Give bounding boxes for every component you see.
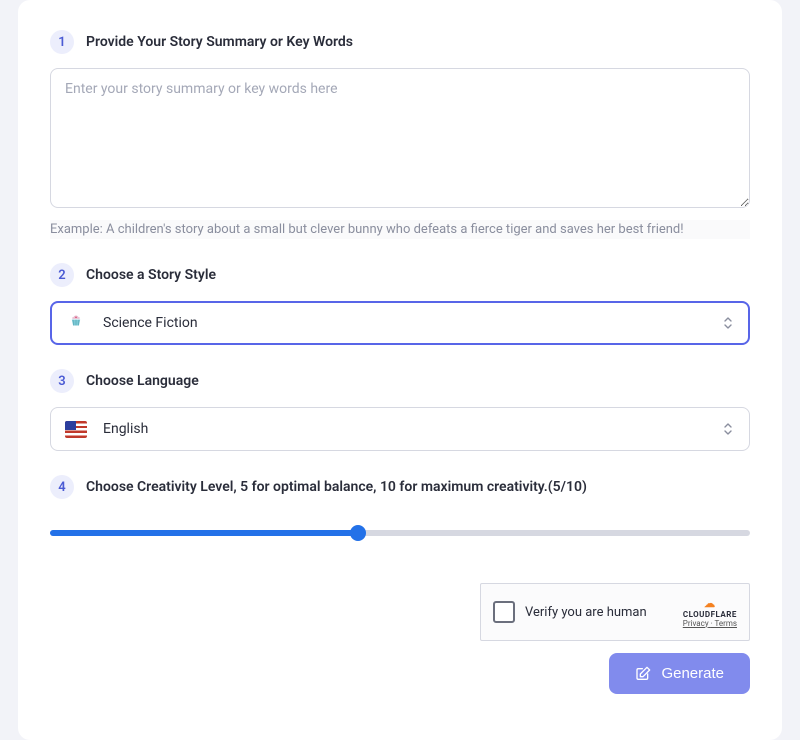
story-summary-input[interactable] — [50, 68, 750, 208]
generate-button[interactable]: Generate — [609, 653, 750, 694]
chevron-updown-icon — [721, 314, 735, 332]
footer-area: Verify you are human ☁ CLOUDFLARE Privac… — [50, 583, 750, 694]
captcha-brand: ☁ CLOUDFLARE Privacy · Terms — [683, 597, 737, 628]
cloud-icon: ☁ — [704, 597, 716, 610]
cupcake-icon — [65, 312, 87, 334]
cloudflare-logo: ☁ — [704, 597, 716, 610]
step-4-title: Choose Creativity Level, 5 for optimal b… — [86, 479, 587, 495]
step-2-header: 2 Choose a Story Style — [50, 263, 750, 287]
step-number-1: 1 — [50, 30, 74, 54]
slider-fill — [50, 530, 358, 536]
captcha-label: Verify you are human — [525, 605, 673, 620]
example-row: Example: A children's story about a smal… — [50, 220, 750, 239]
captcha-widget[interactable]: Verify you are human ☁ CLOUDFLARE Privac… — [480, 583, 750, 641]
example-label: Example: — [50, 222, 106, 237]
creativity-slider[interactable] — [50, 523, 750, 543]
slider-thumb[interactable] — [350, 525, 366, 541]
story-style-select[interactable]: Science Fiction — [50, 301, 750, 345]
step-1-header: 1 Provide Your Story Summary or Key Word… — [50, 30, 750, 54]
step-number-3: 3 — [50, 369, 74, 393]
step-1-section: 1 Provide Your Story Summary or Key Word… — [50, 30, 750, 239]
step-2-title: Choose a Story Style — [86, 267, 216, 283]
step-3-title: Choose Language — [86, 373, 199, 389]
step-2-section: 2 Choose a Story Style Science Fiction — [50, 263, 750, 345]
generate-label: Generate — [661, 665, 724, 682]
example-text: A children's story about a small but cle… — [106, 222, 684, 237]
step-4-section: 4 Choose Creativity Level, 5 for optimal… — [50, 475, 750, 543]
privacy-link[interactable]: Privacy — [683, 619, 709, 628]
story-style-value: Science Fiction — [103, 315, 705, 331]
step-number-4: 4 — [50, 475, 74, 499]
form-card: 1 Provide Your Story Summary or Key Word… — [18, 0, 782, 740]
chevron-updown-icon — [721, 420, 735, 438]
step-1-title: Provide Your Story Summary or Key Words — [86, 34, 353, 50]
step-4-header: 4 Choose Creativity Level, 5 for optimal… — [50, 475, 750, 499]
step-number-2: 2 — [50, 263, 74, 287]
language-value: English — [103, 421, 705, 437]
terms-link[interactable]: Terms — [715, 619, 737, 628]
step-3-header: 3 Choose Language — [50, 369, 750, 393]
flag-us-icon — [65, 418, 87, 440]
captcha-links: Privacy · Terms — [683, 619, 737, 628]
cloudflare-text: CLOUDFLARE — [683, 610, 737, 619]
step-3-section: 3 Choose Language English — [50, 369, 750, 451]
language-select[interactable]: English — [50, 407, 750, 451]
edit-icon — [635, 666, 651, 682]
captcha-checkbox[interactable] — [493, 601, 515, 623]
